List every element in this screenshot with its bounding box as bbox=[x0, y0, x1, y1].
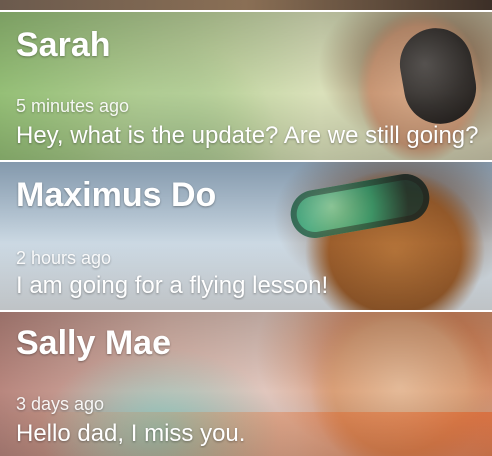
conversation-card-sally-mae[interactable]: Sally Mae 3 days ago Hello dad, I miss y… bbox=[0, 310, 492, 456]
conversation-card-maximus-do[interactable]: Maximus Do 2 hours ago I am going for a … bbox=[0, 160, 492, 310]
open-conversation-button[interactable] bbox=[0, 12, 492, 160]
top-photo-strip bbox=[0, 0, 492, 10]
conversation-card-sarah[interactable]: Sarah 5 minutes ago Hey, what is the upd… bbox=[0, 10, 492, 160]
open-conversation-button[interactable] bbox=[0, 312, 492, 456]
conversation-feed: Sarah 5 minutes ago Hey, what is the upd… bbox=[0, 0, 492, 456]
open-conversation-button[interactable] bbox=[0, 162, 492, 310]
